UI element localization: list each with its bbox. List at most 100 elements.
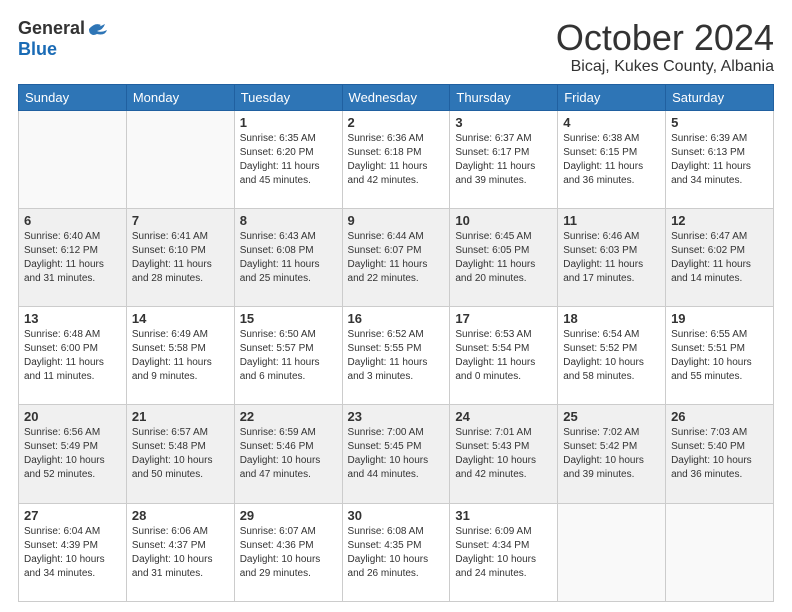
header-wednesday: Wednesday bbox=[342, 84, 450, 110]
day-number: 20 bbox=[24, 409, 121, 424]
calendar-week-row: 27 Sunrise: 6:04 AM Sunset: 4:39 PM Dayli… bbox=[19, 503, 774, 601]
calendar-week-row: 1 Sunrise: 6:35 AM Sunset: 6:20 PM Daylig… bbox=[19, 110, 774, 208]
day-number: 16 bbox=[348, 311, 445, 326]
cell-info: Sunrise: 6:36 AM Sunset: 6:18 PM Dayligh… bbox=[348, 132, 445, 188]
header: General Blue October 2024 Bicaj, Kukes C… bbox=[18, 18, 774, 76]
day-number: 5 bbox=[671, 115, 768, 130]
cell-info: Sunrise: 6:50 AM Sunset: 5:57 PM Dayligh… bbox=[240, 328, 337, 384]
page: General Blue October 2024 Bicaj, Kukes C… bbox=[0, 0, 792, 612]
calendar-cell: 7 Sunrise: 6:41 AM Sunset: 6:10 PM Daylig… bbox=[126, 208, 234, 306]
cell-info: Sunrise: 6:55 AM Sunset: 5:51 PM Dayligh… bbox=[671, 328, 768, 384]
day-number: 8 bbox=[240, 213, 337, 228]
calendar-cell: 10 Sunrise: 6:45 AM Sunset: 6:05 PM Dayli… bbox=[450, 208, 558, 306]
calendar-cell: 22Sunrise: 6:59 AM Sunset: 5:46 PM Dayli… bbox=[234, 405, 342, 503]
calendar-table: Sunday Monday Tuesday Wednesday Thursday… bbox=[18, 84, 774, 602]
cell-info: Sunrise: 6:04 AM Sunset: 4:39 PM Dayligh… bbox=[24, 525, 121, 581]
calendar-cell: 15 Sunrise: 6:50 AM Sunset: 5:57 PM Dayli… bbox=[234, 307, 342, 405]
calendar-cell: 27 Sunrise: 6:04 AM Sunset: 4:39 PM Dayli… bbox=[19, 503, 127, 601]
calendar-week-row: 20 Sunrise: 6:56 AM Sunset: 5:49 PM Dayli… bbox=[19, 405, 774, 503]
calendar-cell: 13Sunrise: 6:48 AM Sunset: 6:00 PM Dayli… bbox=[19, 307, 127, 405]
month-title: October 2024 bbox=[556, 18, 774, 58]
cell-info: Sunrise: 6:07 AM Sunset: 4:36 PM Dayligh… bbox=[240, 525, 337, 581]
day-number: 17 bbox=[455, 311, 552, 326]
calendar-cell: 28Sunrise: 6:06 AM Sunset: 4:37 PM Dayli… bbox=[126, 503, 234, 601]
logo: General Blue bbox=[18, 18, 109, 60]
calendar-cell: 4Sunrise: 6:38 AM Sunset: 6:15 PM Daylig… bbox=[558, 110, 666, 208]
logo-general-text: General bbox=[18, 18, 85, 39]
header-saturday: Saturday bbox=[666, 84, 774, 110]
calendar-cell bbox=[558, 503, 666, 601]
day-number: 27 bbox=[24, 508, 121, 523]
cell-info: Sunrise: 6:40 AM Sunset: 6:12 PM Dayligh… bbox=[24, 230, 121, 286]
day-number: 7 bbox=[132, 213, 229, 228]
calendar-cell bbox=[126, 110, 234, 208]
cell-info: Sunrise: 6:44 AM Sunset: 6:07 PM Dayligh… bbox=[348, 230, 445, 286]
day-number: 15 bbox=[240, 311, 337, 326]
cell-info: Sunrise: 6:57 AM Sunset: 5:48 PM Dayligh… bbox=[132, 426, 229, 482]
cell-info: Sunrise: 7:02 AM Sunset: 5:42 PM Dayligh… bbox=[563, 426, 660, 482]
cell-info: Sunrise: 6:08 AM Sunset: 4:35 PM Dayligh… bbox=[348, 525, 445, 581]
calendar-cell: 25 Sunrise: 7:02 AM Sunset: 5:42 PM Dayli… bbox=[558, 405, 666, 503]
cell-info: Sunrise: 7:01 AM Sunset: 5:43 PM Dayligh… bbox=[455, 426, 552, 482]
calendar-cell: 2 Sunrise: 6:36 AM Sunset: 6:18 PM Daylig… bbox=[342, 110, 450, 208]
calendar-cell: 8Sunrise: 6:43 AM Sunset: 6:08 PM Daylig… bbox=[234, 208, 342, 306]
calendar-cell: 18Sunrise: 6:54 AM Sunset: 5:52 PM Dayli… bbox=[558, 307, 666, 405]
cell-info: Sunrise: 6:37 AM Sunset: 6:17 PM Dayligh… bbox=[455, 132, 552, 188]
day-number: 2 bbox=[348, 115, 445, 130]
day-number: 29 bbox=[240, 508, 337, 523]
day-number: 22 bbox=[240, 409, 337, 424]
calendar-cell: 1 Sunrise: 6:35 AM Sunset: 6:20 PM Daylig… bbox=[234, 110, 342, 208]
cell-info: Sunrise: 7:03 AM Sunset: 5:40 PM Dayligh… bbox=[671, 426, 768, 482]
day-number: 19 bbox=[671, 311, 768, 326]
cell-info: Sunrise: 6:45 AM Sunset: 6:05 PM Dayligh… bbox=[455, 230, 552, 286]
calendar-cell: 23 Sunrise: 7:00 AM Sunset: 5:45 PM Dayli… bbox=[342, 405, 450, 503]
day-number: 11 bbox=[563, 213, 660, 228]
cell-info: Sunrise: 6:06 AM Sunset: 4:37 PM Dayligh… bbox=[132, 525, 229, 581]
calendar-cell: 31Sunrise: 6:09 AM Sunset: 4:34 PM Dayli… bbox=[450, 503, 558, 601]
day-number: 10 bbox=[455, 213, 552, 228]
calendar-cell: 29 Sunrise: 6:07 AM Sunset: 4:36 PM Dayli… bbox=[234, 503, 342, 601]
calendar-cell: 24 Sunrise: 7:01 AM Sunset: 5:43 PM Dayli… bbox=[450, 405, 558, 503]
cell-info: Sunrise: 6:38 AM Sunset: 6:15 PM Dayligh… bbox=[563, 132, 660, 188]
cell-info: Sunrise: 6:53 AM Sunset: 5:54 PM Dayligh… bbox=[455, 328, 552, 384]
calendar-cell: 14Sunrise: 6:49 AM Sunset: 5:58 PM Dayli… bbox=[126, 307, 234, 405]
calendar-cell: 9Sunrise: 6:44 AM Sunset: 6:07 PM Daylig… bbox=[342, 208, 450, 306]
cell-info: Sunrise: 6:35 AM Sunset: 6:20 PM Dayligh… bbox=[240, 132, 337, 188]
calendar-cell: 5 Sunrise: 6:39 AM Sunset: 6:13 PM Daylig… bbox=[666, 110, 774, 208]
calendar-cell bbox=[666, 503, 774, 601]
cell-info: Sunrise: 6:41 AM Sunset: 6:10 PM Dayligh… bbox=[132, 230, 229, 286]
day-number: 6 bbox=[24, 213, 121, 228]
cell-info: Sunrise: 7:00 AM Sunset: 5:45 PM Dayligh… bbox=[348, 426, 445, 482]
cell-info: Sunrise: 6:54 AM Sunset: 5:52 PM Dayligh… bbox=[563, 328, 660, 384]
calendar-cell: 3 Sunrise: 6:37 AM Sunset: 6:17 PM Daylig… bbox=[450, 110, 558, 208]
header-monday: Monday bbox=[126, 84, 234, 110]
location-title: Bicaj, Kukes County, Albania bbox=[556, 58, 774, 76]
day-number: 23 bbox=[348, 409, 445, 424]
cell-info: Sunrise: 6:09 AM Sunset: 4:34 PM Dayligh… bbox=[455, 525, 552, 581]
calendar-cell: 20 Sunrise: 6:56 AM Sunset: 5:49 PM Dayli… bbox=[19, 405, 127, 503]
header-sunday: Sunday bbox=[19, 84, 127, 110]
title-block: October 2024 Bicaj, Kukes County, Albani… bbox=[556, 18, 774, 76]
logo-blue-text: Blue bbox=[18, 39, 57, 60]
cell-info: Sunrise: 6:48 AM Sunset: 6:00 PM Dayligh… bbox=[24, 328, 121, 384]
day-number: 12 bbox=[671, 213, 768, 228]
calendar-cell: 12 Sunrise: 6:47 AM Sunset: 6:02 PM Dayli… bbox=[666, 208, 774, 306]
header-thursday: Thursday bbox=[450, 84, 558, 110]
cell-info: Sunrise: 6:56 AM Sunset: 5:49 PM Dayligh… bbox=[24, 426, 121, 482]
day-number: 30 bbox=[348, 508, 445, 523]
day-number: 14 bbox=[132, 311, 229, 326]
logo-bird-icon bbox=[87, 20, 109, 38]
calendar-cell bbox=[19, 110, 127, 208]
cell-info: Sunrise: 6:52 AM Sunset: 5:55 PM Dayligh… bbox=[348, 328, 445, 384]
day-number: 26 bbox=[671, 409, 768, 424]
cell-info: Sunrise: 6:39 AM Sunset: 6:13 PM Dayligh… bbox=[671, 132, 768, 188]
calendar-cell: 21Sunrise: 6:57 AM Sunset: 5:48 PM Dayli… bbox=[126, 405, 234, 503]
day-number: 25 bbox=[563, 409, 660, 424]
day-number: 24 bbox=[455, 409, 552, 424]
cell-info: Sunrise: 6:47 AM Sunset: 6:02 PM Dayligh… bbox=[671, 230, 768, 286]
calendar-cell: 30 Sunrise: 6:08 AM Sunset: 4:35 PM Dayli… bbox=[342, 503, 450, 601]
calendar-cell: 11Sunrise: 6:46 AM Sunset: 6:03 PM Dayli… bbox=[558, 208, 666, 306]
day-number: 3 bbox=[455, 115, 552, 130]
day-number: 1 bbox=[240, 115, 337, 130]
header-friday: Friday bbox=[558, 84, 666, 110]
